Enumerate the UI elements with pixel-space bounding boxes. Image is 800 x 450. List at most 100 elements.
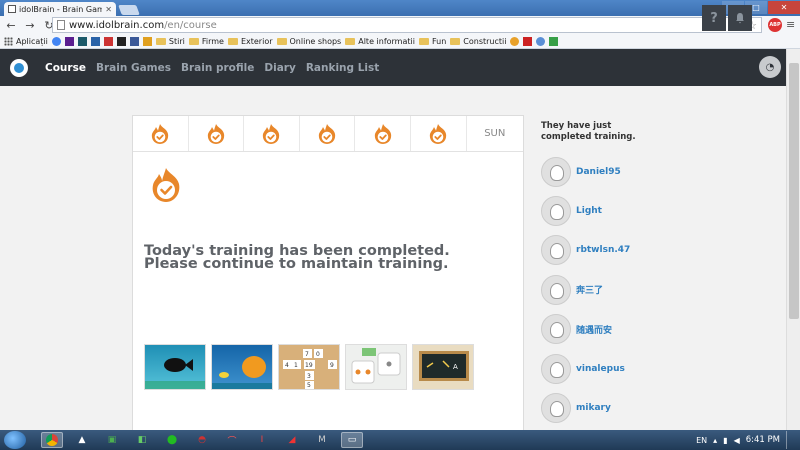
user-list-item[interactable]: vinalepus: [541, 349, 630, 388]
user-name-link[interactable]: rbtwlsn.47: [576, 245, 630, 255]
user-avatar-icon[interactable]: [541, 314, 571, 345]
nav-ranking-list[interactable]: Ranking List: [306, 62, 379, 74]
game-thumbnail-dice[interactable]: [345, 344, 407, 390]
folder-icon: [418, 38, 429, 45]
user-list-item[interactable]: mikary: [541, 388, 630, 427]
google-icon[interactable]: [51, 37, 61, 46]
help-button[interactable]: ?: [702, 5, 726, 31]
svg-text:9: 9: [330, 362, 334, 369]
apps-icon: [4, 37, 13, 46]
app-task-icon[interactable]: ◓: [191, 432, 213, 448]
yahoo-icon[interactable]: [64, 37, 74, 46]
app-task-icon[interactable]: ⬤: [161, 432, 183, 448]
bookmark-folder[interactable]: Firme: [188, 37, 224, 46]
bookmark-label: Online shops: [289, 37, 342, 46]
forward-arrow-icon[interactable]: →: [22, 18, 38, 34]
excel-task-icon[interactable]: ▣: [101, 432, 123, 448]
nav-course[interactable]: Course: [45, 62, 86, 74]
notifications-bell-icon[interactable]: [728, 5, 752, 31]
page-icon: [57, 20, 65, 30]
bookmark-folder[interactable]: Alte informatii: [345, 37, 415, 46]
game-thumbnail-blackboard[interactable]: A: [412, 344, 474, 390]
close-window-button[interactable]: ✕: [768, 1, 800, 14]
windows-start-button[interactable]: [4, 431, 26, 449]
user-avatar-icon[interactable]: [541, 393, 571, 424]
address-bar[interactable]: www.idolbrain.com /en/course ☆: [52, 17, 762, 33]
user-avatar-icon[interactable]: [541, 274, 571, 305]
day-cell: [411, 116, 467, 151]
user-name-link[interactable]: mikary: [576, 403, 611, 413]
user-avatar-icon[interactable]: [541, 156, 571, 187]
windows-taskbar: ▲ ▣ ◧ ⬤ ◓ ⌒ I ◢ M ▭ EN ▴ ▮ ◀ 6:41 PM: [0, 430, 800, 450]
site-icon[interactable]: [103, 37, 113, 46]
game-thumbnail-goldfish[interactable]: [211, 344, 273, 390]
idolbrain-logo-icon[interactable]: [10, 58, 28, 77]
bookmark-label: Firme: [201, 37, 224, 46]
chrome-task-icon[interactable]: [41, 432, 63, 448]
extension-icon[interactable]: [536, 37, 546, 46]
new-tab-button[interactable]: [118, 5, 140, 15]
page-scrollbar[interactable]: [786, 49, 800, 430]
user-avatar-icon[interactable]: ◔: [759, 56, 781, 78]
clock[interactable]: 6:41 PM: [746, 435, 780, 445]
user-name-link[interactable]: vinalepus: [576, 364, 625, 374]
folder-icon: [450, 38, 461, 45]
user-list-item[interactable]: 奔三了: [541, 270, 630, 309]
bookmark-folder[interactable]: Stiri: [155, 37, 185, 46]
user-name-link[interactable]: Light: [576, 206, 602, 216]
tray-arrow-icon[interactable]: ▴: [713, 436, 717, 445]
browser-titlebar: idolBrain - Brain Games & ✕ – □ ✕: [0, 0, 800, 16]
bookmark-folder[interactable]: Online shops: [276, 37, 342, 46]
day-cell: [189, 116, 245, 151]
volume-icon[interactable]: ◀: [734, 436, 740, 445]
user-name-link[interactable]: 奔三了: [576, 283, 603, 296]
games-list: 7 0 4 1 19 9 3 5 A: [144, 344, 474, 390]
chrome-menu-icon[interactable]: ≡: [786, 18, 795, 31]
extension-icon[interactable]: [549, 37, 559, 46]
extension-icon[interactable]: [523, 37, 533, 46]
pdf-task-icon[interactable]: ◢: [281, 432, 303, 448]
user-list-item[interactable]: 随遇而安: [541, 310, 630, 349]
user-avatar-icon[interactable]: [541, 353, 571, 384]
app-task-icon[interactable]: ◧: [131, 432, 153, 448]
svg-text:1: 1: [294, 362, 298, 369]
show-desktop-button[interactable]: [786, 431, 792, 449]
extension-icon[interactable]: [510, 37, 520, 46]
browser-tab[interactable]: idolBrain - Brain Games & ✕: [4, 2, 116, 16]
system-tray: EN ▴ ▮ ◀ 6:41 PM: [696, 430, 792, 450]
nav-brain-profile[interactable]: Brain profile: [181, 62, 254, 74]
facebook-icon[interactable]: [129, 37, 139, 46]
bookmark-folder[interactable]: Fun: [418, 37, 446, 46]
bookmark-folder[interactable]: Constructii: [450, 37, 506, 46]
back-arrow-icon[interactable]: ←: [3, 18, 19, 34]
user-list-item[interactable]: Light: [541, 191, 630, 230]
flame-check-icon: [373, 123, 393, 145]
bookmark-folder[interactable]: Exterior: [227, 37, 273, 46]
app-task-icon[interactable]: ⌒: [221, 432, 243, 448]
flame-check-icon: [317, 123, 337, 145]
app-task-icon[interactable]: ▭: [341, 432, 363, 448]
t-icon[interactable]: [90, 37, 100, 46]
game-thumbnail-fish[interactable]: [144, 344, 206, 390]
user-list-item[interactable]: rbtwlsn.47: [541, 231, 630, 270]
user-avatar-icon[interactable]: [541, 196, 571, 227]
network-icon[interactable]: ▮: [723, 436, 727, 445]
language-indicator[interactable]: EN: [696, 436, 707, 445]
site-icon[interactable]: [142, 37, 152, 46]
user-name-link[interactable]: 随遇而安: [576, 323, 612, 336]
nav-brain-games[interactable]: Brain Games: [96, 62, 171, 74]
app-task-icon[interactable]: ▲: [71, 432, 93, 448]
scrollbar-thumb[interactable]: [789, 63, 799, 319]
site-icon[interactable]: [116, 37, 126, 46]
tab-close-icon[interactable]: ✕: [105, 5, 112, 14]
nav-diary[interactable]: Diary: [264, 62, 295, 74]
game-thumbnail-numbers[interactable]: 7 0 4 1 19 9 3 5: [278, 344, 340, 390]
user-name-link[interactable]: Daniel95: [576, 167, 621, 177]
user-avatar-icon[interactable]: [541, 235, 571, 266]
user-list-item[interactable]: Daniel95: [541, 152, 630, 191]
app-task-icon[interactable]: I: [251, 432, 273, 448]
adblock-extension-icon[interactable]: ABP: [768, 18, 782, 32]
app-task-icon[interactable]: M: [311, 432, 333, 448]
site-icon[interactable]: [77, 37, 87, 46]
bookmark-apps[interactable]: Aplicații: [4, 37, 48, 46]
